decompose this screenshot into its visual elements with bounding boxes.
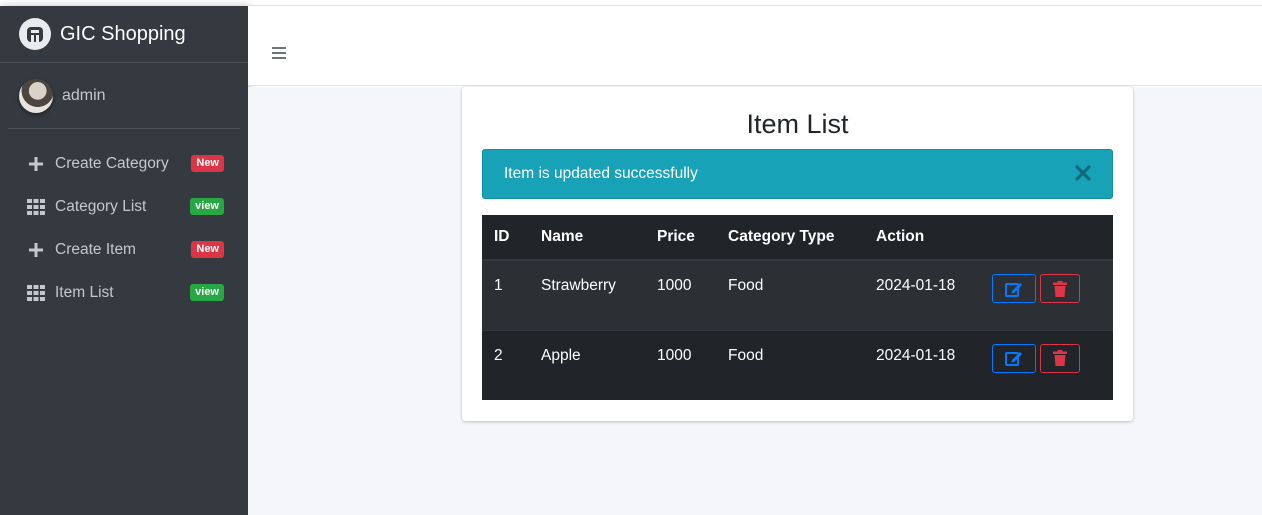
sidebar-item-label: Category List (55, 197, 147, 215)
sidebar-item-label: Create Item (55, 240, 136, 258)
avatar (19, 78, 53, 113)
content-wrapper: Item List Item is updated successfully I… (248, 87, 1262, 515)
view-badge: view (190, 198, 224, 215)
cell-date: 2024-01-18 (864, 329, 980, 400)
trash-icon (1053, 280, 1067, 297)
alert-message: Item is updated successfully (504, 165, 698, 182)
hamburger-menu-icon[interactable] (272, 47, 286, 59)
plus-icon (26, 154, 46, 174)
cell-category: Food (716, 259, 864, 330)
sidebar-item-create-category[interactable]: Create Category New (0, 142, 248, 185)
cell-price: 1000 (645, 259, 716, 330)
brand-link[interactable]: GIC Shopping (0, 6, 248, 63)
sidebar-item-item-list[interactable]: Item List view (0, 271, 248, 314)
header-action[interactable]: Action (864, 215, 980, 261)
cell-price: 1000 (645, 329, 716, 400)
item-table: ID Name Price Category Type Action 1 Str… (482, 215, 1113, 400)
cell-name: Apple (529, 329, 645, 400)
top-navbar (248, 6, 1262, 86)
view-badge: view (190, 284, 224, 301)
user-panel[interactable]: admin (8, 63, 240, 129)
item-list-card: Item List Item is updated successfully I… (462, 87, 1133, 421)
header-buttons (980, 215, 1113, 261)
edit-button[interactable] (992, 274, 1036, 303)
header-id[interactable]: ID (482, 215, 529, 261)
table-row: 1 Strawberry 1000 Food 2024-01-18 (482, 259, 1113, 330)
table-row: 2 Apple 1000 Food 2024-01-18 (482, 329, 1113, 400)
edit-icon (1005, 282, 1022, 297)
edit-icon (1005, 352, 1022, 366)
header-name[interactable]: Name (529, 215, 645, 261)
header-category-type[interactable]: Category Type (716, 215, 864, 261)
cell-actions (980, 329, 1113, 400)
user-name: admin (62, 86, 106, 104)
sidebar-item-label: Item List (55, 283, 114, 301)
trash-icon (1053, 350, 1067, 366)
cell-actions (980, 259, 1113, 330)
sidebar-item-category-list[interactable]: Category List view (0, 185, 248, 228)
new-badge: New (191, 241, 224, 258)
plus-icon (26, 240, 46, 260)
sidebar-nav: Create Category New Category List view C… (0, 129, 248, 314)
delete-button[interactable] (1040, 274, 1080, 303)
cell-id: 2 (482, 329, 529, 400)
brand-logo-icon (19, 18, 51, 50)
sidebar-item-label: Create Category (55, 154, 169, 172)
grid-icon (26, 283, 46, 303)
new-badge: New (191, 155, 224, 172)
sidebar: GIC Shopping admin Create Category New C… (0, 6, 248, 515)
sidebar-item-create-item[interactable]: Create Item New (0, 228, 248, 271)
table-header-row: ID Name Price Category Type Action (482, 215, 1113, 261)
cell-date: 2024-01-18 (864, 259, 980, 330)
page-title: Item List (746, 109, 849, 139)
edit-button[interactable] (992, 343, 1036, 373)
cell-name: Strawberry (529, 259, 645, 330)
cell-id: 1 (482, 259, 529, 330)
brand-name: GIC Shopping (60, 22, 186, 45)
delete-button[interactable] (1040, 343, 1080, 373)
grid-icon (26, 197, 46, 217)
header-price[interactable]: Price (645, 215, 716, 261)
close-icon[interactable] (1073, 163, 1093, 183)
success-alert: Item is updated successfully (482, 149, 1113, 199)
cell-category: Food (716, 329, 864, 400)
